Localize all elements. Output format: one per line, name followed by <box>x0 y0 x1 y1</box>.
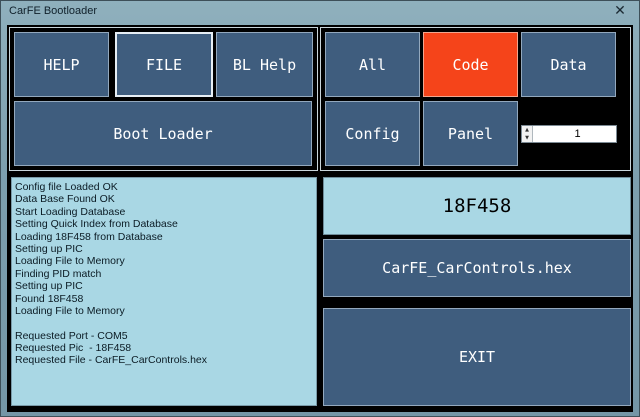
log-line: Loading File to Memory <box>15 304 125 317</box>
log-line: Config file Loaded OK <box>15 181 118 193</box>
log-line: Loading 18F458 from Database <box>15 230 163 243</box>
log-line: Data Base Found OK <box>15 193 115 206</box>
help-button[interactable]: HELP <box>14 32 109 97</box>
stepper-up-icon[interactable]: ▲ <box>522 126 532 134</box>
filter-panel-button[interactable]: Panel <box>423 101 518 166</box>
bl-help-button[interactable]: BL Help <box>216 32 313 97</box>
client-area: HELP FILE BL Help Boot Loader All Code D… <box>7 25 633 412</box>
file-button[interactable]: FILE <box>115 32 213 97</box>
log-line: Start Loading Database <box>15 205 126 218</box>
title-bar[interactable]: CarFE Bootloader ✕ <box>1 1 639 25</box>
exit-button[interactable]: EXIT <box>323 308 631 406</box>
stepper-arrows: ▲ ▼ <box>522 126 533 142</box>
log-line: Setting Quick Index from Database <box>15 218 178 231</box>
log-line: Finding PID match <box>15 267 102 280</box>
log-line: Setting up PIC <box>15 280 83 293</box>
panel-number-stepper[interactable]: ▲ ▼ 1 <box>521 125 617 143</box>
filter-code-button[interactable]: Code <box>423 32 518 97</box>
close-icon[interactable]: ✕ <box>610 1 630 20</box>
filter-data-button[interactable]: Data <box>521 32 616 97</box>
log-line: Requested Pic - 18F458 <box>15 342 132 355</box>
bootloader-window: CarFE Bootloader ✕ HELP FILE BL Help Boo… <box>0 0 640 417</box>
window-title: CarFE Bootloader <box>9 5 98 17</box>
boot-loader-button[interactable]: Boot Loader <box>14 101 312 166</box>
filter-all-button[interactable]: All <box>325 32 420 97</box>
log-line: Loading File to Memory <box>15 255 125 268</box>
pic-model-display: 18F458 <box>323 177 631 235</box>
log-line: Requested Port - COM5 <box>15 329 128 342</box>
log-line: Requested File - CarFE_CarControls.hex <box>15 354 207 367</box>
stepper-down-icon[interactable]: ▼ <box>522 134 532 142</box>
log-line: Setting up PIC <box>15 242 83 255</box>
stepper-value[interactable]: 1 <box>533 126 616 142</box>
filter-config-button[interactable]: Config <box>325 101 420 166</box>
log-line: Found 18F458 <box>15 292 84 305</box>
hex-file-display[interactable]: CarFE_CarControls.hex <box>323 239 631 297</box>
status-log[interactable]: Config file Loaded OK Data Base Found OK… <box>11 177 317 406</box>
